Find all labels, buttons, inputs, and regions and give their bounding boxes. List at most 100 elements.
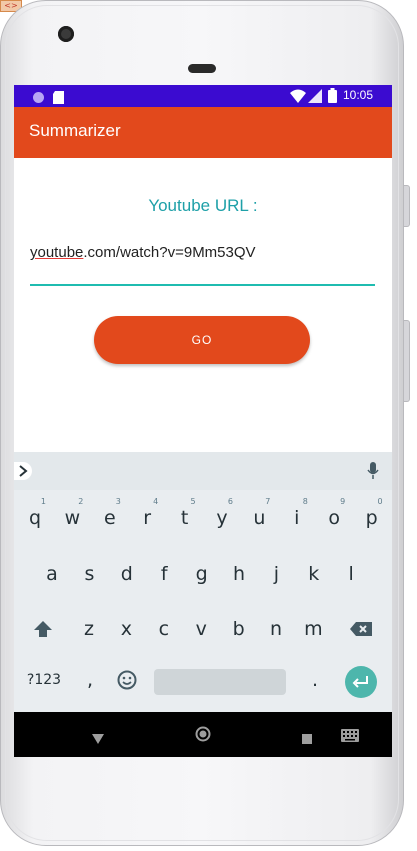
key-m[interactable]: m <box>296 607 330 651</box>
app-title: Summarizer <box>29 121 121 140</box>
mic-icon[interactable] <box>367 462 379 484</box>
key-p[interactable]: p0 <box>355 496 389 540</box>
backspace-icon <box>350 622 372 636</box>
key-r[interactable]: r4 <box>130 496 164 540</box>
key-label: p <box>365 507 378 529</box>
key-label: u <box>253 507 266 529</box>
key-label: y <box>216 507 228 529</box>
emoji-key[interactable] <box>110 658 144 702</box>
battery-icon <box>328 88 337 107</box>
volume-button <box>404 320 410 402</box>
shift-key[interactable] <box>26 607 60 651</box>
key-label: w <box>64 507 81 529</box>
status-bar: 10:05 <box>14 85 392 107</box>
suggestion-strip <box>14 452 392 490</box>
key-label: h <box>232 563 246 585</box>
url-value-underlined: youtube <box>30 244 84 261</box>
key-hint: 8 <box>302 497 308 506</box>
key-hint: 6 <box>227 497 233 506</box>
key-u[interactable]: u7 <box>242 496 276 540</box>
key-label: n <box>269 618 283 640</box>
key-j[interactable]: j <box>259 552 293 596</box>
main-content: Youtube URL : youtube.com/watch?v=9Mm53Q… <box>14 158 392 452</box>
key-h[interactable]: h <box>222 552 256 596</box>
url-value-rest: .com/watch?v=9Mm53QV <box>83 244 256 261</box>
key-n[interactable]: n <box>259 607 293 651</box>
key-label: g <box>195 563 208 585</box>
key-label: x <box>120 618 133 640</box>
recents-icon[interactable] <box>302 729 312 748</box>
enter-key[interactable] <box>345 666 377 698</box>
key-hint: 5 <box>190 497 196 506</box>
key-hint: 7 <box>265 497 271 506</box>
key-y[interactable]: y6 <box>205 496 239 540</box>
key-hint: 1 <box>40 497 46 506</box>
key-hint: 4 <box>153 497 159 506</box>
key-k[interactable]: k <box>297 552 331 596</box>
home-icon[interactable] <box>195 726 211 746</box>
symbols-key[interactable]: ?123 <box>24 658 64 702</box>
earpiece-speaker <box>188 64 216 73</box>
period-key[interactable]: . <box>298 658 332 702</box>
key-label: d <box>120 563 133 585</box>
youtube-url-input[interactable]: youtube.com/watch?v=9Mm53QV <box>30 236 375 286</box>
key-q[interactable]: q1 <box>18 496 52 540</box>
key-f[interactable]: f <box>147 552 181 596</box>
key-b[interactable]: b <box>222 607 256 651</box>
key-t[interactable]: t5 <box>168 496 202 540</box>
key-label: j <box>273 563 280 585</box>
phone-frame: 10:05 Summarizer Youtube URL : youtube.c… <box>0 0 404 846</box>
key-label: q <box>28 507 42 529</box>
emoji-icon <box>117 670 137 690</box>
signal-icon <box>308 88 322 107</box>
soft-keyboard: q1w2e3r4t5y6u7i8o9p0 asdfghjkl zxcvbnm ?… <box>14 452 392 712</box>
key-w[interactable]: w2 <box>55 496 89 540</box>
key-l[interactable]: l <box>334 552 368 596</box>
key-z[interactable]: z <box>72 607 106 651</box>
navigation-bar <box>14 712 392 757</box>
key-label: a <box>46 563 58 585</box>
key-label: v <box>195 618 207 640</box>
status-time: 10:05 <box>343 88 374 102</box>
key-g[interactable]: g <box>185 552 219 596</box>
key-label: b <box>232 618 245 640</box>
key-label: z <box>84 618 94 640</box>
go-button-label: GO <box>191 333 213 347</box>
key-hint: 2 <box>78 497 84 506</box>
chevron-right-icon[interactable] <box>14 462 32 480</box>
key-s[interactable]: s <box>72 552 106 596</box>
go-button[interactable]: GO <box>94 316 310 364</box>
key-a[interactable]: a <box>35 552 69 596</box>
key-label: k <box>308 563 320 585</box>
key-label: l <box>348 563 354 585</box>
key-label: r <box>143 507 152 529</box>
key-hint: 0 <box>377 497 383 506</box>
key-d[interactable]: d <box>110 552 144 596</box>
key-v[interactable]: v <box>184 607 218 651</box>
url-label: Youtube URL : <box>148 196 258 215</box>
key-label: m <box>304 618 323 640</box>
key-x[interactable]: x <box>109 607 143 651</box>
key-c[interactable]: c <box>147 607 181 651</box>
key-label: t <box>180 507 189 529</box>
keyboard-switch-icon[interactable] <box>341 727 359 746</box>
circle-icon <box>32 89 45 108</box>
key-label: o <box>328 507 340 529</box>
key-hint: 9 <box>340 497 346 506</box>
phone-screen: 10:05 Summarizer Youtube URL : youtube.c… <box>14 85 392 757</box>
key-i[interactable]: i8 <box>280 496 314 540</box>
key-hint: 3 <box>115 497 121 506</box>
key-label: f <box>160 563 168 585</box>
backspace-key[interactable] <box>344 607 378 651</box>
key-label: i <box>294 507 300 529</box>
enter-icon <box>352 676 368 688</box>
key-o[interactable]: o9 <box>317 496 351 540</box>
space-bar[interactable] <box>154 669 286 695</box>
front-camera <box>58 26 74 42</box>
shift-icon <box>34 621 52 637</box>
app-bar: Summarizer <box>14 107 392 158</box>
key-e[interactable]: e3 <box>93 496 127 540</box>
comma-key[interactable]: , <box>73 658 107 702</box>
key-label: e <box>103 507 116 529</box>
back-icon[interactable] <box>92 729 104 748</box>
